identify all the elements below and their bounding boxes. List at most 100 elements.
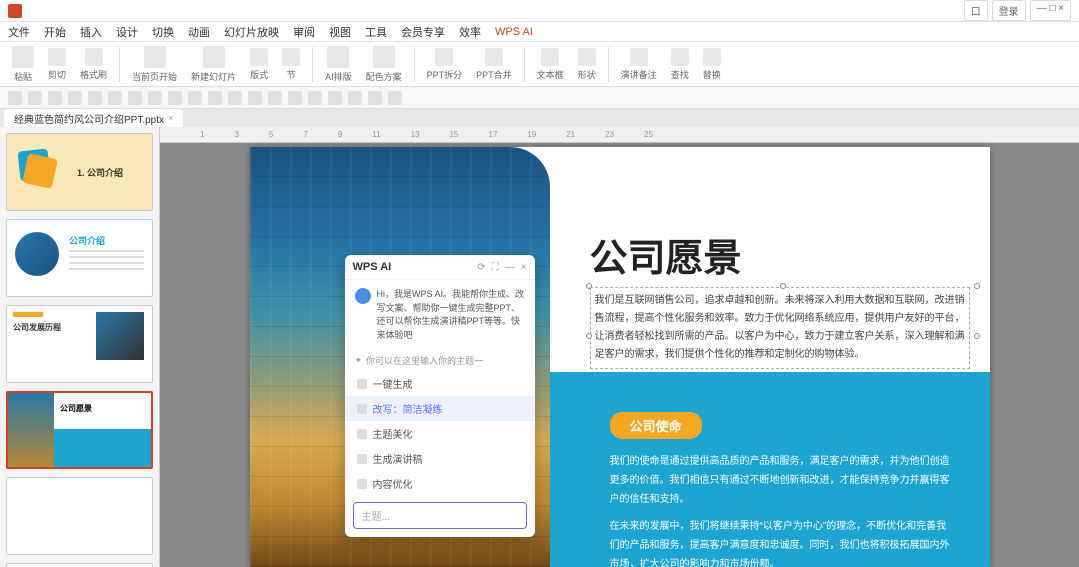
menu-slideshow[interactable]: 幻灯片放映 xyxy=(224,24,279,40)
document-tab[interactable]: 经典蓝色简约风公司介绍PPT.pptx × xyxy=(4,109,183,128)
selection-handle[interactable] xyxy=(586,283,592,289)
selection-handle[interactable] xyxy=(974,333,980,339)
ribbon-replace[interactable]: 替换 xyxy=(699,48,725,81)
qt-icon[interactable] xyxy=(328,91,342,105)
ai-option-rewrite[interactable]: 改写：简洁凝练 xyxy=(345,396,535,421)
menu-tools[interactable]: 工具 xyxy=(365,24,387,40)
ribbon-format-painter[interactable]: 格式刷 xyxy=(76,48,111,81)
ribbon-color-scheme[interactable]: 配色方案 xyxy=(362,46,406,83)
slide-thumbnails[interactable]: 1. 公司介绍 公司介绍 公司发展历程 公司愿景 xyxy=(0,127,160,567)
qt-icon[interactable] xyxy=(188,91,202,105)
ribbon-ppt-merge[interactable]: PPT合并 xyxy=(472,48,516,81)
ribbon-from-current[interactable]: 当前页开始 xyxy=(128,46,181,83)
tab-close-icon[interactable]: × xyxy=(168,113,173,123)
ai-expand-icon[interactable]: ⛶ xyxy=(492,262,499,273)
thumb-1[interactable]: 1. 公司介绍 xyxy=(6,133,153,211)
ai-option-generate[interactable]: 一键生成 xyxy=(345,371,535,396)
rewrite-icon xyxy=(357,404,367,414)
thumb-5[interactable] xyxy=(6,477,153,555)
ai-prompt-input[interactable]: 主题... xyxy=(353,502,527,529)
ai-close-icon[interactable]: × xyxy=(521,262,527,273)
beautify-icon xyxy=(357,429,367,439)
ai-refresh-icon[interactable]: ⟳ xyxy=(477,262,485,273)
menu-home[interactable]: 开始 xyxy=(44,24,66,40)
ribbon-textbox[interactable]: 文本框 xyxy=(533,48,568,81)
qt-icon[interactable] xyxy=(308,91,322,105)
win-btn-1[interactable]: 口 xyxy=(964,0,988,21)
menu-wps-ai[interactable]: WPS AI xyxy=(495,26,533,38)
qt-icon[interactable] xyxy=(108,91,122,105)
ai-option-speech[interactable]: 生成演讲稿 xyxy=(345,446,535,471)
slide-canvas-area[interactable]: 135791113151719212325 公司愿景 我们是互联网销售公司，追求… xyxy=(160,127,1079,567)
menu-insert[interactable]: 插入 xyxy=(80,24,102,40)
qt-icon[interactable] xyxy=(348,91,362,105)
ribbon-ppt-split[interactable]: PPT拆分 xyxy=(423,48,467,81)
ai-option-beautify[interactable]: 主题美化 xyxy=(345,421,535,446)
thumb-4[interactable]: 公司愿景 xyxy=(6,391,153,469)
ribbon-notes[interactable]: 演讲备注 xyxy=(617,48,661,81)
vision-text-box[interactable]: 我们是互联网销售公司，追求卓越和创新。未来将深入利用大数据和互联网，改进销售流程… xyxy=(590,287,970,369)
mission-text[interactable]: 我们的使命是通过提供高品质的产品和服务，满足客户的需求，并为他们创造更多的价值。… xyxy=(610,452,950,567)
menu-review[interactable]: 审阅 xyxy=(293,24,315,40)
menu-design[interactable]: 设计 xyxy=(116,24,138,40)
qt-icon[interactable] xyxy=(28,91,42,105)
slide[interactable]: 公司愿景 我们是互联网销售公司，追求卓越和创新。未来将深入利用大数据和互联网，改… xyxy=(250,147,990,567)
qt-icon[interactable] xyxy=(268,91,282,105)
qt-icon[interactable] xyxy=(288,91,302,105)
textbox-icon xyxy=(541,48,559,66)
ribbon-shape[interactable]: 形状 xyxy=(574,48,600,81)
ai-minimize-icon[interactable]: — xyxy=(505,262,515,273)
find-icon xyxy=(671,48,689,66)
ribbon-ai-layout[interactable]: AI排版 xyxy=(321,46,356,83)
ribbon-new-slide[interactable]: 新建幻灯片 xyxy=(187,46,240,83)
vision-title[interactable]: 公司愿景 xyxy=(590,227,742,282)
win-btn-controls[interactable]: — □ × xyxy=(1030,0,1071,21)
ribbon-cut[interactable]: 剪切 xyxy=(44,48,70,81)
tab-filename: 经典蓝色简约风公司介绍PPT.pptx xyxy=(14,111,164,126)
menu-animation[interactable]: 动画 xyxy=(188,24,210,40)
menu-file[interactable]: 文件 xyxy=(8,24,30,40)
qt-icon[interactable] xyxy=(248,91,262,105)
qt-icon[interactable] xyxy=(208,91,222,105)
qt-icon[interactable] xyxy=(88,91,102,105)
document-tabbar: 经典蓝色简约风公司介绍PPT.pptx × xyxy=(0,109,1079,127)
selection-handle[interactable] xyxy=(974,283,980,289)
ribbon-paste[interactable]: 粘贴 xyxy=(8,46,38,83)
thumb-6[interactable] xyxy=(6,563,153,567)
ai-option-optimize[interactable]: 内容优化 xyxy=(345,471,535,496)
thumb-1-title: 1. 公司介绍 xyxy=(77,166,123,179)
ai-greeting: Hi，我是WPS AI。我能帮你生成、改写文案、帮助你一键生成完整PPT、还可以… xyxy=(345,280,535,350)
qt-icon[interactable] xyxy=(228,91,242,105)
selection-handle[interactable] xyxy=(780,283,786,289)
qt-icon[interactable] xyxy=(168,91,182,105)
menu-view[interactable]: 视图 xyxy=(329,24,351,40)
qt-icon[interactable] xyxy=(68,91,82,105)
wps-ai-panel[interactable]: WPS AI ⟳ ⛶ — × Hi，我是WPS AI。我能帮你生成、改写文案、帮… xyxy=(345,255,535,537)
qt-icon[interactable] xyxy=(368,91,382,105)
selection-handle[interactable] xyxy=(586,333,592,339)
ai-panel-title: WPS AI xyxy=(353,261,392,273)
ribbon-section[interactable]: 节 xyxy=(278,48,304,81)
split-icon xyxy=(435,48,453,66)
ribbon-layout[interactable]: 版式 xyxy=(246,48,272,81)
menu-member[interactable]: 会员专享 xyxy=(401,24,445,40)
qt-icon[interactable] xyxy=(8,91,22,105)
optimize-icon xyxy=(357,479,367,489)
qt-icon[interactable] xyxy=(388,91,402,105)
thumb-2[interactable]: 公司介绍 xyxy=(6,219,153,297)
palette-icon xyxy=(373,46,395,68)
mission-badge[interactable]: 公司使命 xyxy=(610,412,702,439)
qt-icon[interactable] xyxy=(148,91,162,105)
horizontal-ruler: 135791113151719212325 xyxy=(160,127,1079,143)
qt-icon[interactable] xyxy=(128,91,142,105)
app-logo-icon xyxy=(8,4,22,18)
win-btn-login[interactable]: 登录 xyxy=(992,0,1026,21)
qt-icon[interactable] xyxy=(48,91,62,105)
menu-efficiency[interactable]: 效率 xyxy=(459,24,481,40)
mission-block: 公司使命 我们的使命是通过提供高品质的产品和服务，满足客户的需求，并为他们创造更… xyxy=(550,372,990,567)
menu-transition[interactable]: 切换 xyxy=(152,24,174,40)
ribbon-find[interactable]: 查找 xyxy=(667,48,693,81)
thumb-3[interactable]: 公司发展历程 xyxy=(6,305,153,383)
shape-icon xyxy=(578,48,596,66)
window-buttons: 口 登录 — □ × xyxy=(964,0,1071,21)
